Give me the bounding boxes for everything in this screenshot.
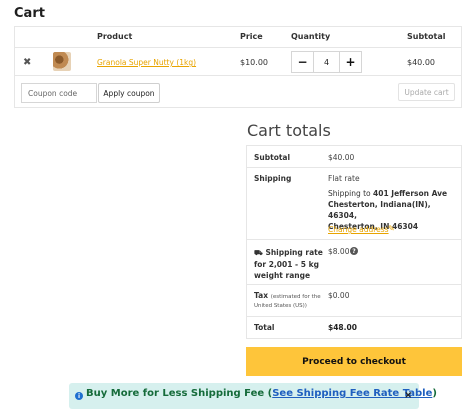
item-price: $10.00 <box>240 58 268 67</box>
total-value: $48.00 <box>328 323 357 332</box>
header-price: Price <box>240 32 263 41</box>
quantity-stepper: − 4 + <box>291 51 362 73</box>
notice-message: Buy More for Less Shipping Fee ( <box>86 388 273 399</box>
shipping-method: Flat rate <box>328 174 360 183</box>
total-label: Total <box>254 323 275 332</box>
update-cart-button[interactable]: Update cart <box>398 83 455 101</box>
notice-text: Buy More for Less Shipping Fee (See Ship… <box>86 388 437 399</box>
shipping-rate-label: ⛟ Shipping rate for 2,001 - 5 kg weight … <box>254 247 326 281</box>
shipping-label: Shipping <box>254 174 292 183</box>
shipping-rate-value: $8.00 <box>328 247 350 256</box>
row-divider <box>247 284 461 285</box>
cart-totals-heading: Cart totals <box>247 121 331 140</box>
truck-icon: ⛟ <box>254 249 263 257</box>
decrease-quantity-button[interactable]: − <box>291 51 314 73</box>
notice-suffix: ) <box>432 388 437 399</box>
header-subtotal: Subtotal <box>407 32 446 41</box>
cart-table: Product Price Quantity Subtotal ✖ Granol… <box>14 26 462 108</box>
info-icon: i <box>75 392 83 400</box>
item-subtotal: $40.00 <box>407 58 435 67</box>
close-icon[interactable]: × <box>404 390 412 401</box>
row-divider <box>247 316 461 317</box>
help-icon[interactable]: ? <box>350 247 358 255</box>
shipping-notice-banner: i Buy More for Less Shipping Fee (See Sh… <box>69 383 437 409</box>
edit-icon[interactable]: ✎ <box>388 224 395 233</box>
row-divider <box>247 167 461 168</box>
tax-value: $0.00 <box>328 291 350 300</box>
remove-icon[interactable]: ✖ <box>23 57 31 68</box>
ship-to-prefix: Shipping to <box>328 189 374 198</box>
header-product: Product <box>97 32 133 41</box>
ship-address-line-1: 401 Jefferson Ave <box>373 189 448 198</box>
subtotal-value: $40.00 <box>328 153 355 162</box>
cart-totals-table: Subtotal $40.00 Shipping Flat rate Shipp… <box>246 145 462 339</box>
row-divider <box>15 47 461 48</box>
tax-note: (estimated for the <box>270 294 321 300</box>
tax-label: Tax (estimated for the <box>254 291 321 300</box>
ship-address-line-2: Chesterton, Indiana(IN), 46304, <box>328 200 431 220</box>
row-divider <box>15 75 461 76</box>
tax-label-text: Tax <box>254 291 269 300</box>
increase-quantity-button[interactable]: + <box>339 51 362 73</box>
coupon-code-input[interactable]: Coupon code <box>21 83 97 103</box>
header-quantity: Quantity <box>291 32 331 41</box>
page-title: Cart <box>14 6 45 21</box>
quantity-input[interactable]: 4 <box>314 51 339 73</box>
product-thumbnail[interactable] <box>53 52 71 71</box>
change-address-link[interactable]: Change address <box>328 225 389 234</box>
shipping-rate-text: Shipping rate for 2,001 - 5 kg weight ra… <box>254 248 323 280</box>
row-divider <box>247 239 461 240</box>
subtotal-label: Subtotal <box>254 153 291 162</box>
apply-coupon-button[interactable]: Apply coupon <box>98 83 160 103</box>
proceed-to-checkout-button[interactable]: Proceed to checkout <box>246 347 462 376</box>
tax-note-line-2: United States (US)) <box>254 303 307 309</box>
product-link[interactable]: Granola Super Nutty (1kg) <box>97 58 196 67</box>
